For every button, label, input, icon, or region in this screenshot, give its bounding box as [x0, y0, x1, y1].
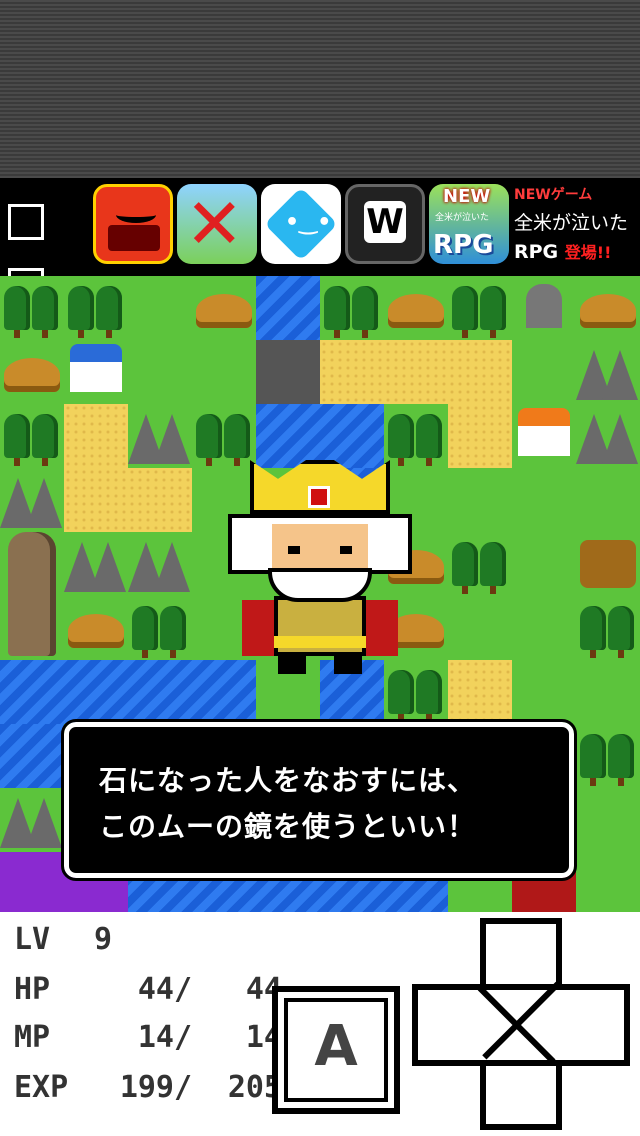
a-button[interactable]: A	[272, 986, 400, 1114]
new-badge: NEW	[443, 186, 491, 207]
water-tile	[0, 660, 256, 724]
king-belt	[274, 636, 366, 648]
forest-tile	[448, 276, 512, 340]
mountain-tile	[576, 404, 640, 468]
town-orange-house	[512, 404, 576, 468]
w-logo: W	[364, 201, 406, 243]
top-static-area	[0, 0, 640, 178]
stone-tower	[8, 532, 56, 656]
cave-entrance	[576, 532, 640, 596]
forest-tile	[64, 276, 128, 340]
king-beard	[268, 568, 372, 602]
promo-line-2: 全米が泣いた	[514, 212, 629, 234]
hero-sprite	[512, 872, 576, 912]
figure-shape	[116, 207, 156, 223]
promo-accent: 登場!!	[564, 243, 612, 262]
ad-promo-text[interactable]: NEWゲーム 全米が泣いた RPG 登場!!	[514, 184, 638, 263]
crown-gem	[308, 486, 330, 508]
dpad-right-button[interactable]	[560, 990, 624, 1060]
mp-label: MP	[14, 1020, 51, 1055]
hill-tile	[64, 596, 128, 660]
exp-row: EXP 199/ 205	[14, 1070, 282, 1105]
sand-tile	[448, 660, 512, 724]
dialog-line-1: 石になった人をなおすには、	[99, 764, 477, 797]
water-tile	[256, 404, 384, 468]
sand-tile	[448, 404, 512, 468]
hp-current: 44	[137, 972, 174, 1007]
ad-app-w-icon[interactable]: W	[345, 184, 425, 264]
ad-checkbox-secondary[interactable]	[8, 268, 44, 276]
rpg-icon-label: RPG	[433, 230, 494, 260]
hp-separator: /	[174, 972, 193, 1007]
sand-tile	[320, 340, 512, 404]
ad-banner[interactable]: ✕ •‿• W NEW 全米が泣いた RPG NEWゲーム 全米が泣いた RPG…	[0, 178, 640, 276]
forest-tile	[576, 596, 640, 660]
forest-tile	[192, 404, 256, 468]
dpad[interactable]	[412, 918, 630, 1130]
exp-separator: /	[174, 1070, 193, 1105]
level-value: 9	[94, 922, 113, 957]
ad-app-bathtub-icon[interactable]	[93, 184, 173, 264]
hill-tile	[192, 276, 256, 340]
hp-row: HP 44/44	[14, 972, 282, 1007]
mountain-tile	[0, 468, 64, 532]
promo-line-1: NEWゲーム	[514, 187, 593, 203]
a-button-label: A	[314, 1014, 358, 1079]
water-tile	[0, 724, 64, 788]
king-character	[228, 460, 412, 680]
promo-rpg: RPG	[514, 241, 559, 263]
dialog-box[interactable]: 石になった人をなおすには、 このムーの鏡を使うといい！	[61, 719, 577, 881]
town-blue-house	[64, 340, 128, 404]
water-tile	[256, 276, 320, 340]
promo-line-3: RPG 登場!!	[514, 239, 638, 263]
mp-current: 14	[137, 1020, 174, 1055]
exp-label: EXP	[14, 1070, 69, 1105]
forest-tile	[448, 532, 512, 596]
level-label: LV	[14, 922, 51, 957]
forest-tile	[320, 276, 384, 340]
sand-tile	[128, 468, 192, 532]
forest-tile	[384, 404, 448, 468]
forest-tile	[576, 724, 640, 788]
mountain-tile	[128, 532, 192, 596]
mountain-tile	[576, 340, 640, 404]
mountain-tile	[0, 788, 64, 852]
king-eyes	[288, 546, 352, 554]
exp-current: 199	[119, 1070, 174, 1105]
bathtub-shape	[108, 225, 160, 251]
hill-tile	[384, 276, 448, 340]
king-feet	[278, 656, 362, 674]
exp-max: 205	[227, 1070, 282, 1105]
ad-app-warrior-icon[interactable]: ✕	[177, 184, 257, 264]
ad-close-checkbox[interactable]	[8, 204, 44, 240]
level-row: LV 9	[14, 922, 112, 957]
dpad-up-button[interactable]	[486, 924, 556, 986]
hp-label: HP	[14, 972, 51, 1007]
mp-row: MP 14/14	[14, 1020, 282, 1055]
ad-app-rpg-icon[interactable]: NEW 全米が泣いた RPG	[429, 184, 509, 264]
forest-tile	[128, 596, 192, 660]
sand-tile	[64, 404, 128, 532]
mp-separator: /	[174, 1020, 193, 1055]
dpad-down-button[interactable]	[486, 1064, 556, 1124]
hill-tile	[0, 340, 64, 404]
dpad-left-button[interactable]	[418, 990, 482, 1060]
mountain-tile	[64, 532, 128, 596]
forest-tile	[0, 404, 64, 468]
ad-app-diamond-icon[interactable]: •‿•	[261, 184, 341, 264]
mp-max: 14	[245, 1020, 282, 1055]
rpg-icon-caption: 全米が泣いた	[435, 213, 490, 223]
hp-max: 44	[245, 972, 282, 1007]
dialog-line-2: このムーの鏡を使うといい！	[99, 810, 477, 843]
stone-bridge	[256, 340, 320, 404]
mountain-tile	[128, 404, 192, 468]
hill-tile	[576, 276, 640, 340]
forest-tile	[0, 276, 64, 340]
cross-mark-icon: ✕	[185, 184, 244, 264]
cave-entrance	[512, 276, 576, 340]
smile-face-icon: •‿•	[285, 210, 332, 235]
